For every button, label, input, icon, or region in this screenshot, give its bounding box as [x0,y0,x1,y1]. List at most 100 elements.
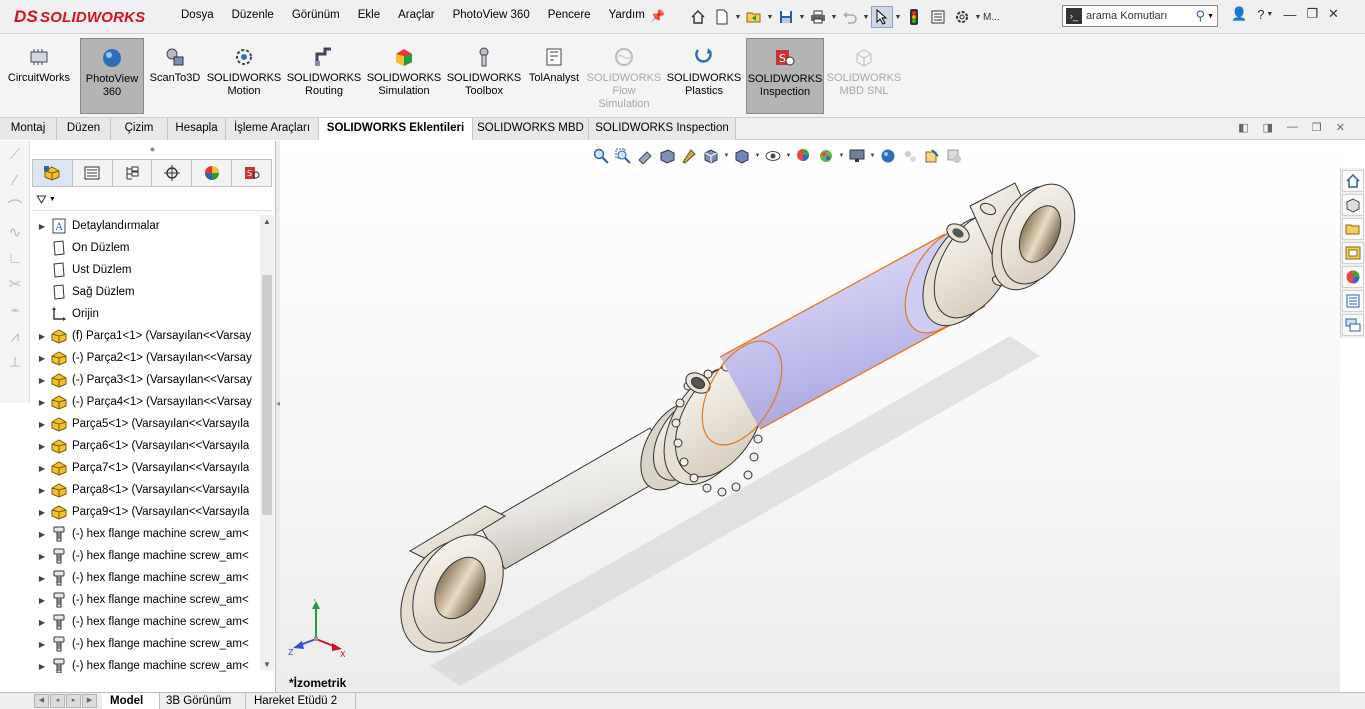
tree-item[interactable]: ▶ (-) hex flange machine screw_am< [34,633,260,655]
user-account-icon[interactable]: 👤 [1231,6,1247,22]
bottom-tab-model[interactable]: Model [102,693,160,709]
realview-graphics-icon[interactable] [877,146,899,166]
save-icon[interactable] [775,6,797,28]
print-dropdown[interactable]: ▼ [830,14,838,21]
user-menu[interactable]: M... [983,6,1000,28]
offset-tool-icon[interactable]: ⌁ [0,297,30,323]
trim-tool-icon[interactable]: ✂ [0,271,30,297]
tree-item[interactable]: Üst Düzlem [34,259,260,281]
tab-d-zen[interactable]: Düzen [57,118,111,140]
print-icon[interactable] [807,6,829,28]
home-icon[interactable] [687,6,709,28]
apply-scene-icon[interactable] [815,146,837,166]
tab-solidworks-eklentileri[interactable]: SOLIDWORKS Eklentileri [319,118,473,140]
mirror-tool-icon[interactable]: ⩘ [0,323,30,349]
expand-arrow-icon[interactable]: ▶ [34,398,50,407]
expand-arrow-icon[interactable]: ▶ [34,574,50,583]
solidworks-simulation-button[interactable]: SOLIDWORKS Simulation [366,38,442,114]
tab-hesapla[interactable]: Hesapla [168,118,226,140]
search-dropdown[interactable]: ▼ [1207,13,1214,20]
property-manager-tab[interactable] [73,160,113,186]
tree-item[interactable]: ▶ Parça8<1> (Varsayılan<<Varsayıla [34,479,260,501]
dynamic-annotation-icon[interactable] [678,146,700,166]
arc-tool-icon[interactable]: ⌒ [0,193,30,219]
hydraulic-cylinder-model[interactable] [280,141,1340,692]
tree-item[interactable]: ▶ (-) hex flange machine screw_am< [34,655,260,673]
command-search[interactable]: ›_ arama Komutları ⚲ ▼ [1062,5,1218,27]
apply-scene-dropdown[interactable]: ▼ [837,153,846,159]
solidworks-motion-button[interactable]: SOLIDWORKS Motion [206,38,282,114]
solidworks-inspection-button[interactable]: S SOLIDWORKS Inspection [746,38,824,114]
tree-item[interactable]: ▶ (-) Parça2<1> (Varsayılan<<Varsay [34,347,260,369]
tab-solidworks-inspection[interactable]: SOLIDWORKS Inspection [589,118,736,140]
expand-arrow-icon[interactable]: ▶ [34,222,50,231]
tolanalyst-button[interactable]: TolAnalyst [524,38,584,114]
menu-item-5[interactable]: PhotoView 360 [453,9,530,21]
help-dropdown[interactable]: ▼ [1266,11,1273,18]
solidworks-mbd-snl-button[interactable]: SOLIDWORKS MBD SNL [826,38,902,114]
expand-arrow-icon[interactable]: ▶ [34,530,50,539]
tree-item[interactable]: ▶ (-) hex flange machine screw_am< [34,611,260,633]
pin-icon[interactable]: 📌 [650,9,665,23]
circuitworks-button[interactable]: CircuitWorks [4,38,74,114]
bottom-tab-3b-g-r-n-m[interactable]: 3B Görünüm [158,693,246,709]
restore-icon[interactable]: ❐ [1306,6,1318,22]
panel-grip[interactable]: ● [30,141,275,157]
panel-right-icon[interactable]: ◨ [1263,121,1273,134]
doc-close-icon[interactable]: ✕ [1336,121,1345,134]
next-tab-arrow[interactable]: ▸ [66,694,81,708]
solidworks-logo[interactable]: DS SOLIDWORKS [14,7,145,27]
expand-arrow-icon[interactable]: ▶ [34,662,50,671]
tree-item[interactable]: ▶ Parça6<1> (Varsayılan<<Varsayıla [34,435,260,457]
expand-arrow-icon[interactable]: ▶ [34,354,50,363]
scanto3d-button[interactable]: ScanTo3D [146,38,204,114]
options-gear-icon[interactable] [951,6,973,28]
close-icon[interactable]: ✕ [1328,6,1339,22]
minimize-icon[interactable]: — [1283,7,1296,22]
menu-item-1[interactable]: Düzenle [232,9,274,21]
solidworks-routing-button[interactable]: SOLIDWORKS Routing [286,38,362,114]
select-dropdown[interactable]: ▼ [894,14,902,21]
expand-arrow-icon[interactable]: ▶ [34,640,50,649]
doc-minimize-icon[interactable]: — [1287,121,1298,134]
sketch-icon[interactable]: ∟ [0,245,30,271]
tree-item[interactable]: Ön Düzlem [34,237,260,259]
custom-properties-icon[interactable] [1342,290,1364,312]
scroll-up-arrow[interactable]: ▲ [260,217,274,226]
filter-dropdown[interactable]: ▼ [49,196,56,203]
tree-scrollbar[interactable]: ▲ ▼ [260,215,274,671]
tab-solidworks-mbd[interactable]: SOLIDWORKS MBD [473,118,589,140]
tree-item[interactable]: Orijin [34,303,260,325]
save-dropdown[interactable]: ▼ [798,14,806,21]
expand-arrow-icon[interactable]: ▶ [34,508,50,517]
dimxpert-manager-tab[interactable] [152,160,193,186]
feature-manager-tab[interactable] [33,160,73,186]
tab--izim[interactable]: Çizim [111,118,168,140]
previous-view-icon[interactable] [634,146,656,166]
tree-item[interactable]: ▶ A Detaylandırmalar [34,215,260,237]
first-tab-arrow[interactable]: ◀ [34,694,49,708]
relation-tool-icon[interactable]: ⟂ [0,349,30,375]
render-tools-icon[interactable] [943,146,965,166]
expand-arrow-icon[interactable]: ▶ [34,596,50,605]
inspection-manager-tab[interactable]: S [232,160,271,186]
view-palette-icon[interactable] [1342,242,1364,264]
spline-tool-icon[interactable]: ∿ [0,219,30,245]
smart-dimension-icon[interactable]: ⟋ [0,141,30,167]
ambient-occlusion-icon[interactable] [921,146,943,166]
solidworks-plastics-button[interactable]: SOLIDWORKS Plastics [666,38,742,114]
search-icon[interactable]: ⚲ [1196,8,1206,24]
zoom-to-area-icon[interactable] [612,146,634,166]
rebuild-traffic-light-icon[interactable] [903,6,925,28]
open-dropdown[interactable]: ▼ [766,14,774,21]
expand-arrow-icon[interactable]: ▶ [34,552,50,561]
options-dropdown[interactable]: ▼ [974,14,982,21]
file-properties-icon[interactable] [927,6,949,28]
last-tab-arrow[interactable]: ▶ [82,694,97,708]
tree-item[interactable]: Sağ Düzlem [34,281,260,303]
prev-tab-arrow[interactable]: ◂ [50,694,65,708]
search-input[interactable]: arama Komutları [1086,10,1196,22]
select-cursor-icon[interactable] [871,6,893,28]
undo-dropdown[interactable]: ▼ [862,14,870,21]
panel-left-icon[interactable]: ◧ [1238,121,1248,134]
